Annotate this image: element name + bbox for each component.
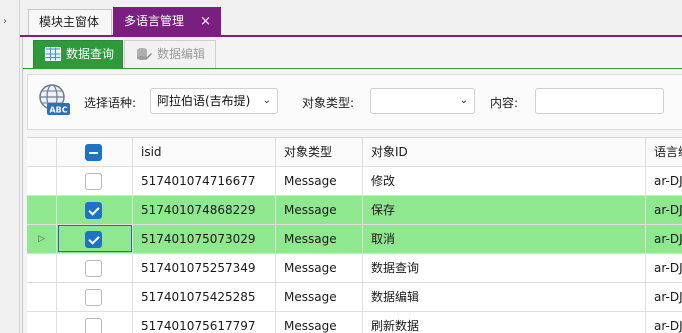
cell-isid[interactable]: 517401075257349 [133,254,276,283]
table-row[interactable]: 517401075617797 Message 刷新数据 ar-DJ [27,312,682,333]
current-row-icon: ▷ [38,234,45,244]
tab-main-window-label: 模块主窗体 [39,15,100,29]
table-row[interactable]: 517401075257349 Message 数据查询 ar-DJ [27,254,682,283]
column-header-object-type[interactable]: 对象类型 [276,138,363,167]
cell-language-code[interactable]: ar-DJ [646,196,682,225]
row-select-cell [57,254,133,283]
tab-data-edit-label: 数据编辑 [157,47,206,61]
language-label: 选择语种: [84,96,137,110]
svg-text:ABC: ABC [49,106,67,115]
row-select-cell [57,225,133,254]
cell-object-type[interactable]: Message [276,312,363,333]
row-indicator-cell [27,283,57,312]
globe-abc-icon: ABC [39,84,70,115]
sub-tab-underline [23,68,682,69]
grid-header-row: isid 对象类型 对象ID 语言编码 [27,138,682,167]
cell-object-id[interactable]: 数据查询 [363,254,646,283]
cell-isid[interactable]: 517401074868229 [133,196,276,225]
cell-language-code[interactable]: ar-DJ [646,312,682,333]
tab-data-edit[interactable]: 数据编辑 [124,40,216,69]
table-row[interactable]: 517401074716677 Message 修改 ar-DJ [27,167,682,196]
table-row[interactable]: 517401074868229 Message 保存 ar-DJ [27,196,682,225]
row-select-cell [57,167,133,196]
column-header-isid[interactable]: isid [133,138,276,167]
cell-language-code[interactable]: ar-DJ [646,254,682,283]
row-indicator-cell [27,312,57,333]
table-grid-icon [45,47,61,61]
object-type-label: 对象类型: [302,96,355,110]
row-checkbox[interactable] [85,289,102,306]
row-select-cell [57,283,133,312]
content-label: 内容: [490,96,519,110]
cell-object-type[interactable]: Message [276,225,363,254]
cell-object-id[interactable]: 保存 [363,196,646,225]
column-header-language-code[interactable]: 语言编码 [646,138,682,167]
content-input[interactable] [535,88,664,114]
app-window: › 模块主窗体 多语言管理 × 数据查询 数据编辑 ABC 选择语种: 阿拉伯语… [0,0,682,333]
chevron-icon[interactable]: › [3,16,7,27]
tab-data-query[interactable]: 数据查询 [33,40,123,69]
language-select-value: 阿拉伯语(吉布提) [157,94,251,108]
object-type-select[interactable]: ⌄ [370,88,475,114]
focus-rectangle [58,225,132,252]
cell-object-id[interactable]: 数据编辑 [363,283,646,312]
cell-language-code[interactable]: ar-DJ [646,167,682,196]
row-indicator-cell [27,254,57,283]
chevron-down-icon: ⌄ [262,95,271,106]
data-grid: isid 对象类型 对象ID 语言编码 517401074716677Messa… [27,137,682,333]
cell-isid[interactable]: 517401074716677 [133,167,276,196]
cell-language-code[interactable]: ar-DJ [646,225,682,254]
document-tab-bar: 模块主窗体 多语言管理 × [20,0,682,36]
cell-object-type[interactable]: Message [276,167,363,196]
cell-isid[interactable]: 517401075425285 [133,283,276,312]
row-checkbox[interactable] [85,173,102,190]
column-header-object-id[interactable]: 对象ID [363,138,646,167]
close-icon[interactable]: × [200,8,211,35]
database-edit-icon [137,48,152,60]
tab-data-query-label: 数据查询 [66,47,115,61]
tab-language-management-label: 多语言管理 [124,14,185,28]
cell-object-id[interactable]: 修改 [363,167,646,196]
sub-tab-bar: 数据查询 数据编辑 [23,37,682,69]
cell-object-type[interactable]: Message [276,196,363,225]
table-row[interactable]: ▷ 517401075073029 Message 取消 ar-DJ [27,225,682,254]
cell-isid[interactable]: 517401075617797 [133,312,276,333]
row-indicator-cell [27,196,57,225]
cell-object-type[interactable]: Message [276,283,363,312]
row-checkbox[interactable] [85,260,102,277]
row-select-cell [57,312,133,333]
header-indicator-cell [27,138,57,167]
row-indicator-cell [27,167,57,196]
language-management-panel: 数据查询 数据编辑 ABC 选择语种: 阿拉伯语(吉布提) ⌄ 对象类型: ⌄ … [22,37,682,333]
tab-main-window[interactable]: 模块主窗体 [28,9,112,36]
row-checkbox[interactable] [85,202,102,219]
cell-object-id[interactable]: 刷新数据 [363,312,646,333]
cell-isid[interactable]: 517401075073029 [133,225,276,254]
cell-language-code[interactable]: ar-DJ [646,283,682,312]
header-select-all-cell [57,138,133,167]
row-select-cell [57,196,133,225]
row-checkbox[interactable] [85,318,102,333]
filter-bar: ABC 选择语种: 阿拉伯语(吉布提) ⌄ 对象类型: ⌄ 内容: [27,74,682,130]
cell-object-type[interactable]: Message [276,254,363,283]
cell-object-id[interactable]: 取消 [363,225,646,254]
tab-language-management[interactable]: 多语言管理 × [113,7,221,36]
row-indicator-cell: ▷ [27,225,57,254]
chevron-down-icon: ⌄ [459,95,468,106]
language-select[interactable]: 阿拉伯语(吉布提) ⌄ [150,88,278,114]
left-collapsed-panel[interactable]: › [0,0,20,333]
table-row[interactable]: 517401075425285 Message 数据编辑 ar-DJ [27,283,682,312]
select-all-checkbox[interactable] [85,144,102,161]
